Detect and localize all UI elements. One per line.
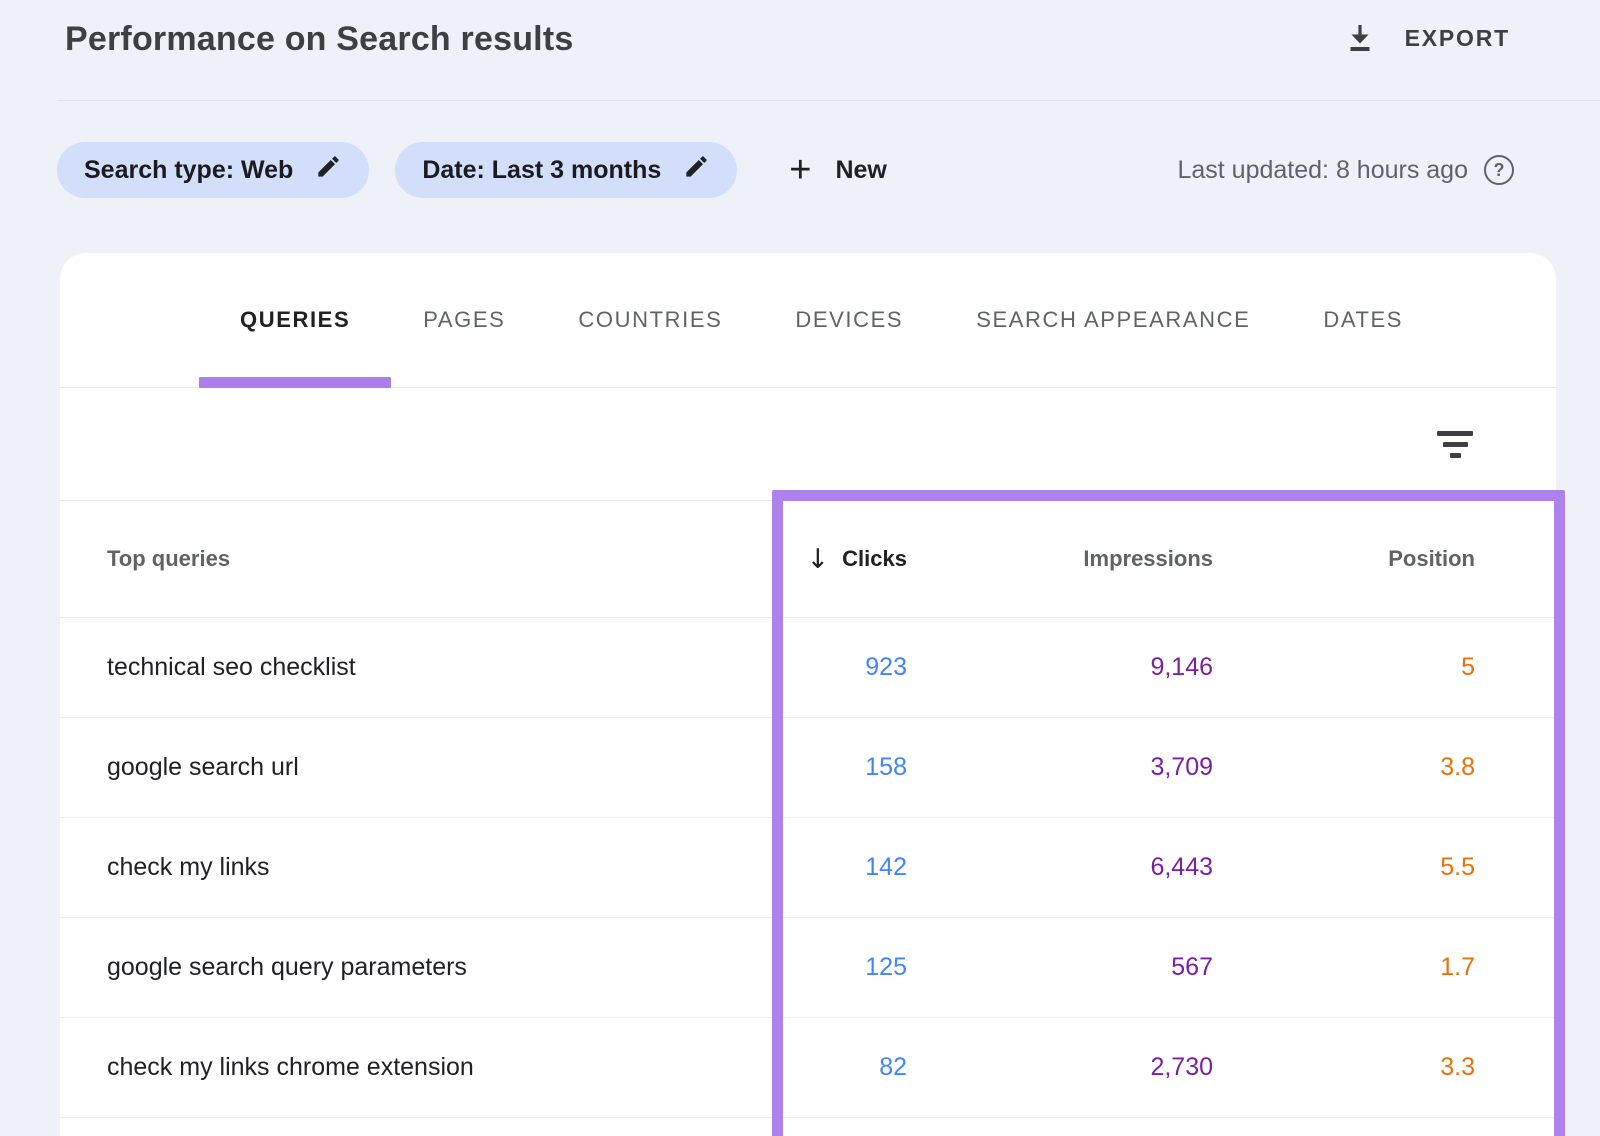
tab-dates[interactable]: DATES <box>1323 253 1403 387</box>
column-header-clicks-label: Clicks <box>842 546 907 572</box>
page-title: Performance on Search results <box>65 20 573 59</box>
download-icon <box>1345 22 1375 54</box>
position-cell: 1.7 <box>1213 953 1475 982</box>
search-type-chip-label: Search type: Web <box>84 156 293 185</box>
tab-dates-label: DATES <box>1323 307 1403 333</box>
tab-pages-label: PAGES <box>423 307 505 333</box>
clicks-cell: 158 <box>757 753 907 782</box>
help-icon[interactable]: ? <box>1484 155 1514 185</box>
position-cell: 3.3 <box>1213 1053 1475 1082</box>
impressions-cell: 3,709 <box>907 753 1213 782</box>
clicks-cell: 82 <box>757 1053 907 1082</box>
table-row[interactable]: check my links chrome extension 82 2,730… <box>60 1018 1556 1118</box>
last-updated: Last updated: 8 hours ago ? <box>1177 155 1514 185</box>
new-filter-label: New <box>835 156 886 185</box>
query-cell[interactable]: check my links chrome extension <box>107 1053 757 1082</box>
query-cell[interactable]: technical seo checklist <box>107 653 757 682</box>
table-header-row: Top queries ↓ Clicks Impressions Positio… <box>60 500 1556 618</box>
tab-devices-label: DEVICES <box>795 307 903 333</box>
table-row[interactable]: check my links 142 6,443 5.5 <box>60 818 1556 918</box>
position-cell: 3.8 <box>1213 753 1475 782</box>
pencil-icon <box>683 153 710 187</box>
tab-queries-label: QUERIES <box>240 307 350 333</box>
table-row[interactable]: google search url 158 3,709 3.8 <box>60 718 1556 818</box>
position-cell: 5.5 <box>1213 853 1475 882</box>
table-toolbar <box>60 388 1556 500</box>
tab-countries[interactable]: COUNTRIES <box>578 253 722 387</box>
date-filter-chip-label: Date: Last 3 months <box>422 156 661 185</box>
query-cell[interactable]: google search query parameters <box>107 953 757 982</box>
filter-bar: Search type: Web Date: Last 3 months + N… <box>57 142 1514 198</box>
tab-search-appearance-label: SEARCH APPEARANCE <box>976 307 1250 333</box>
impressions-cell: 9,146 <box>907 653 1213 682</box>
queries-table: Top queries ↓ Clicks Impressions Positio… <box>60 500 1556 1118</box>
table-row[interactable]: technical seo checklist 923 9,146 5 <box>60 618 1556 718</box>
clicks-cell: 142 <box>757 853 907 882</box>
impressions-cell: 2,730 <box>907 1053 1213 1082</box>
report-card: QUERIES PAGES COUNTRIES DEVICES SEARCH A… <box>60 253 1556 1136</box>
new-filter-button[interactable]: + New <box>789 151 887 189</box>
impressions-cell: 6,443 <box>907 853 1213 882</box>
impressions-cell: 567 <box>907 953 1213 982</box>
tab-devices[interactable]: DEVICES <box>795 253 903 387</box>
plus-icon: + <box>789 151 811 189</box>
column-header-top-queries: Top queries <box>107 546 757 572</box>
tab-pages[interactable]: PAGES <box>423 253 505 387</box>
clicks-cell: 923 <box>757 653 907 682</box>
header-divider <box>57 100 1600 101</box>
tab-countries-label: COUNTRIES <box>578 307 722 333</box>
export-label: EXPORT <box>1405 25 1510 52</box>
table-row[interactable]: google search query parameters 125 567 1… <box>60 918 1556 1018</box>
column-header-position[interactable]: Position <box>1213 546 1475 572</box>
export-button[interactable]: EXPORT <box>1345 22 1510 54</box>
query-cell[interactable]: check my links <box>107 853 757 882</box>
position-cell: 5 <box>1213 653 1475 682</box>
sort-desc-icon: ↓ <box>807 546 830 573</box>
column-header-clicks[interactable]: ↓ Clicks <box>757 546 907 573</box>
filter-list-icon[interactable] <box>1433 427 1477 462</box>
date-filter-chip[interactable]: Date: Last 3 months <box>395 142 737 198</box>
column-header-impressions[interactable]: Impressions <box>907 546 1213 572</box>
tab-bar: QUERIES PAGES COUNTRIES DEVICES SEARCH A… <box>60 253 1556 388</box>
clicks-cell: 125 <box>757 953 907 982</box>
pencil-icon <box>315 153 342 187</box>
search-type-chip[interactable]: Search type: Web <box>57 142 369 198</box>
tab-search-appearance[interactable]: SEARCH APPEARANCE <box>976 253 1250 387</box>
query-cell[interactable]: google search url <box>107 753 757 782</box>
tab-queries[interactable]: QUERIES <box>240 253 350 387</box>
last-updated-text: Last updated: 8 hours ago <box>1177 156 1468 185</box>
